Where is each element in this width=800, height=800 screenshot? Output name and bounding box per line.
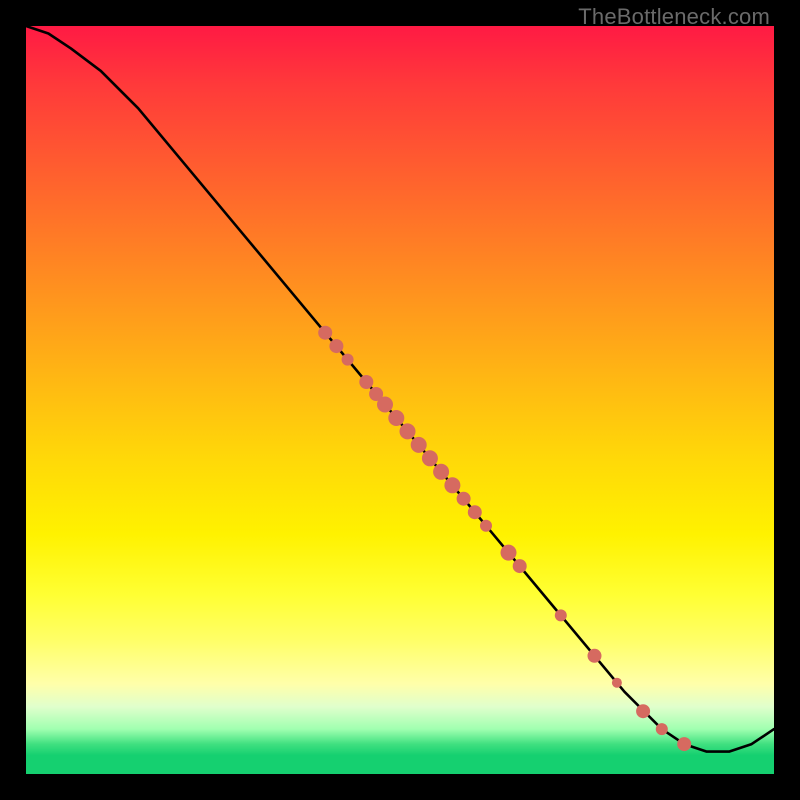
data-point <box>501 545 517 561</box>
plot-area <box>26 26 774 774</box>
data-point <box>513 559 527 573</box>
data-point <box>342 354 354 366</box>
data-point <box>636 704 650 718</box>
bottleneck-curve <box>26 26 774 752</box>
data-point <box>457 492 471 506</box>
data-point <box>359 375 373 389</box>
data-points-group <box>318 326 691 751</box>
data-point <box>329 339 343 353</box>
data-point <box>422 450 438 466</box>
data-point <box>388 410 404 426</box>
data-point <box>444 477 460 493</box>
chart-container: TheBottleneck.com <box>0 0 800 800</box>
chart-svg <box>26 26 774 774</box>
data-point <box>400 423 416 439</box>
data-point <box>411 437 427 453</box>
data-point <box>588 649 602 663</box>
data-point <box>656 723 668 735</box>
data-point <box>677 737 691 751</box>
data-point <box>377 397 393 413</box>
data-point <box>612 678 622 688</box>
data-point <box>555 609 567 621</box>
data-point <box>318 326 332 340</box>
data-point <box>468 505 482 519</box>
data-point <box>433 464 449 480</box>
data-point <box>480 520 492 532</box>
